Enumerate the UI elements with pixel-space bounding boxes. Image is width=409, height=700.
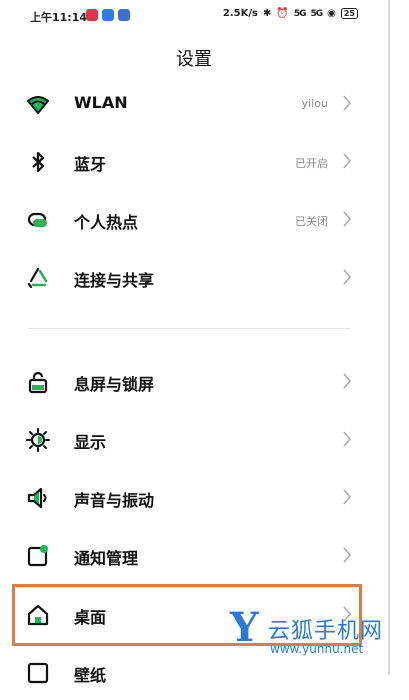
app-notification-icon xyxy=(102,9,114,21)
page-title: 设置 xyxy=(176,49,212,70)
signal-icon: 5G xyxy=(310,8,323,19)
chevron-right-icon xyxy=(343,95,352,111)
app-notification-icon xyxy=(118,9,130,21)
status-app-icons xyxy=(86,9,130,21)
settings-item-label: WLAN xyxy=(74,93,128,112)
bluetooth-status-icon: ✱ xyxy=(262,8,272,19)
chevron-right-icon xyxy=(343,373,352,389)
settings-item-label: 连接与共享 xyxy=(74,271,155,290)
settings-item-wlan[interactable]: WLAN yilou xyxy=(0,77,388,131)
screen-edge xyxy=(388,0,390,675)
settings-item-display[interactable]: 显示 xyxy=(0,413,388,467)
chevron-right-icon xyxy=(343,153,352,169)
watermark-url: www.yunhu.net xyxy=(270,642,364,656)
settings-item-lock-screen[interactable]: 息屏与锁屏 xyxy=(0,355,388,409)
status-time: 上午11:14 xyxy=(30,11,88,24)
notification-icon xyxy=(27,545,48,567)
wifi-icon xyxy=(27,96,49,114)
settings-item-label: 声音与振动 xyxy=(74,491,155,510)
settings-item-value: yilou xyxy=(301,97,328,110)
share-icon xyxy=(27,267,48,289)
watermark: Y 云狐手机网 www.yunhu.net xyxy=(230,604,405,662)
net-speed: 2.5K/s xyxy=(222,8,258,19)
settings-item-bluetooth[interactable]: 蓝牙 已开启 xyxy=(0,135,388,189)
section-divider xyxy=(28,328,350,329)
status-bar: 上午11:14 2.5K/s ✱ ⏰ 5G 5G ◉ 25 xyxy=(0,0,388,34)
hotspot-icon xyxy=(27,212,47,227)
settings-item-notifications[interactable]: 通知管理 xyxy=(0,529,388,583)
status-right: 2.5K/s ✱ ⏰ 5G 5G ◉ 25 xyxy=(223,8,358,19)
chevron-right-icon xyxy=(343,211,352,227)
chevron-right-icon xyxy=(343,489,352,505)
settings-item-connection-sharing[interactable]: 连接与共享 xyxy=(0,251,388,305)
settings-item-label: 蓝牙 xyxy=(74,155,107,174)
settings-item-value: 已开启 xyxy=(295,157,328,170)
settings-item-label: 息屏与锁屏 xyxy=(74,375,155,394)
settings-screen: 上午11:14 2.5K/s ✱ ⏰ 5G 5G ◉ 25 设置 WLAN yi… xyxy=(0,0,388,685)
signal-icon: 5G xyxy=(293,8,307,19)
watermark-brand: 云狐手机网 xyxy=(268,619,384,644)
chevron-right-icon xyxy=(343,269,352,285)
sound-icon xyxy=(27,487,47,509)
settings-item-hotspot[interactable]: 个人热点 已关闭 xyxy=(0,193,388,247)
display-icon xyxy=(26,428,50,452)
app-notification-icon xyxy=(86,9,98,21)
lock-icon xyxy=(28,371,48,394)
chevron-right-icon xyxy=(343,547,352,563)
alarm-icon: ⏰ xyxy=(276,8,289,19)
settings-item-label: 通知管理 xyxy=(74,549,139,568)
bluetooth-icon xyxy=(32,151,45,173)
settings-item-value: 已关闭 xyxy=(295,215,328,228)
wallpaper-icon xyxy=(27,662,49,684)
settings-item-sound-vibration[interactable]: 声音与振动 xyxy=(0,471,388,525)
watermark-logo-letter: Y xyxy=(230,604,259,651)
settings-item-label: 壁纸 xyxy=(74,666,107,685)
settings-item-label: 个人热点 xyxy=(74,213,139,232)
wifi-status-icon: ◉ xyxy=(327,8,336,19)
chevron-right-icon xyxy=(343,431,352,447)
battery-icon: 25 xyxy=(340,8,358,19)
settings-item-label: 显示 xyxy=(74,433,107,452)
